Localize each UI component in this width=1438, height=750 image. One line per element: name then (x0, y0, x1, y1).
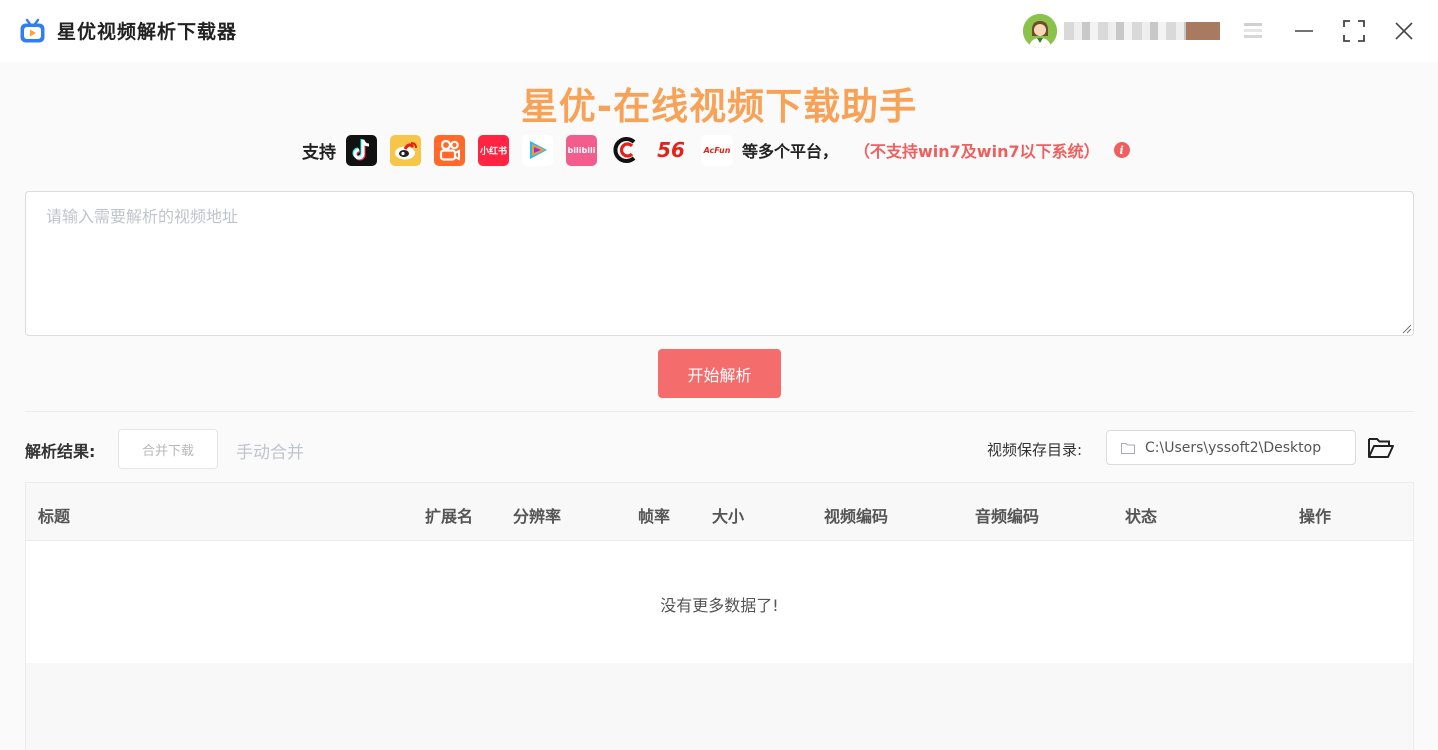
start-parse-button[interactable]: 开始解析 (658, 349, 781, 398)
folder-icon (1121, 442, 1135, 454)
section-divider (25, 411, 1414, 412)
avatar-person-icon (1023, 14, 1057, 48)
manual-merge-link[interactable]: 手动合并 (236, 438, 304, 463)
results-table: 标题 扩展名 分辨率 帧率 大小 视频编码 音频编码 状态 操作 没有更多数据了… (25, 482, 1414, 750)
56-logo-icon: 56 (654, 134, 688, 166)
app-logo-icon (20, 18, 45, 43)
column-status: 状态 (1125, 507, 1158, 526)
kuaishou-logo-icon (434, 134, 465, 166)
save-dir-input[interactable]: C:\Users\yssoft2\Desktop (1106, 430, 1356, 465)
weibo-logo-icon (390, 134, 421, 166)
settings-button[interactable] (1240, 18, 1266, 44)
support-label: 支持 (302, 142, 336, 163)
page-headline: 星优-在线视频下载助手 (520, 85, 918, 128)
app-title: 星优视频解析下载器 (57, 21, 238, 43)
xiaohongshu-logo-icon: 小红书 (478, 134, 509, 166)
close-button[interactable] (1391, 18, 1417, 44)
maximize-icon (1343, 20, 1365, 42)
table-header: 标题 扩展名 分辨率 帧率 大小 视频编码 音频编码 状态 操作 (26, 483, 1413, 541)
column-extension: 扩展名 (425, 507, 474, 526)
user-avatar[interactable] (1023, 14, 1057, 48)
video-url-input[interactable] (25, 191, 1414, 336)
username-blurred (1064, 22, 1220, 40)
resize-grip-icon[interactable] (1400, 322, 1412, 334)
system-warning: （不支持win7及win7以下系统） (854, 142, 1100, 161)
column-size: 大小 (712, 507, 745, 526)
more-platforms-label: 等多个平台， (742, 142, 839, 161)
save-dir-label: 视频保存目录: (987, 441, 1083, 459)
column-audio-codec: 音频编码 (975, 507, 1040, 526)
supported-platforms: 支持 小红书 bilibili 56 AcFun 等多个平台， （不支持win7… (302, 132, 1130, 168)
column-video-codec: 视频编码 (824, 507, 889, 526)
maximize-button[interactable] (1341, 18, 1367, 44)
column-title: 标题 (38, 507, 71, 526)
results-label: 解析结果: (25, 442, 96, 461)
minimize-button[interactable] (1291, 18, 1317, 44)
open-folder-icon[interactable] (1367, 435, 1395, 461)
column-framerate: 帧率 (638, 507, 671, 526)
table-body: 没有更多数据了! (26, 541, 1413, 663)
tencent-video-logo-icon (522, 134, 553, 166)
bilibili-logo-icon: bilibili (566, 134, 597, 166)
empty-state-text: 没有更多数据了! (660, 596, 779, 615)
close-icon (1395, 22, 1413, 40)
merge-download-button[interactable]: 合并下载 (118, 429, 218, 469)
minimize-icon (1295, 30, 1313, 32)
save-dir-value: C:\Users\yssoft2\Desktop (1145, 439, 1322, 456)
acfun-logo-icon: AcFun (701, 134, 733, 166)
title-bar: 星优视频解析下载器 (0, 0, 1438, 62)
douyin-logo-icon (346, 134, 377, 166)
settings-icon (1244, 23, 1262, 38)
info-icon[interactable]: i (1113, 142, 1130, 158)
column-actions: 操作 (1299, 507, 1332, 526)
column-resolution: 分辨率 (513, 507, 562, 526)
cctv-logo-icon (610, 134, 641, 166)
